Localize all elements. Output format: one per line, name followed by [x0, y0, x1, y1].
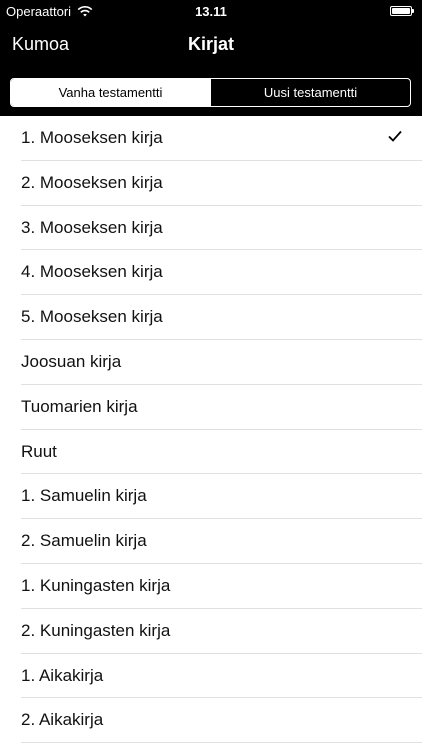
book-list-item[interactable]: 4. Mooseksen kirja: [0, 250, 422, 295]
book-label: 1. Samuelin kirja: [21, 486, 147, 506]
book-list-item[interactable]: Tuomarien kirja: [0, 385, 422, 430]
checkmark-icon: [388, 130, 402, 142]
book-list-item[interactable]: 5. Mooseksen kirja: [0, 295, 422, 340]
book-label: 2. Mooseksen kirja: [21, 172, 163, 192]
book-list: 1. Mooseksen kirja 2. Mooseksen kirja 3. M…: [0, 116, 422, 750]
segment-old-testament[interactable]: Vanha testamentti: [11, 79, 210, 106]
book-list-item[interactable]: 2. Kuningasten kirja: [0, 609, 422, 654]
segment-new-testament[interactable]: Uusi testamentti: [210, 79, 410, 106]
navigation-bar: Kumoa Kirjat: [0, 24, 422, 68]
testament-segment-bar: Vanha testamentti Uusi testamentti: [0, 68, 422, 116]
book-list-item[interactable]: 2. Samuelin kirja: [0, 519, 422, 564]
status-time: 13.11: [195, 4, 227, 19]
book-list-item[interactable]: 2. Mooseksen kirja: [0, 161, 422, 206]
book-label: 3. Mooseksen kirja: [21, 217, 163, 237]
book-label: 2. Aikakirja: [21, 710, 104, 730]
book-label: 1. Kuningasten kirja: [21, 575, 171, 595]
book-label: 1. Mooseksen kirja: [21, 128, 163, 147]
book-list-item[interactable]: 2. Aikakirja: [0, 698, 422, 743]
book-label: 2. Kuningasten kirja: [21, 620, 171, 640]
book-label: Joosuan kirja: [21, 351, 122, 371]
book-list-item[interactable]: 3. Mooseksen kirja: [0, 206, 422, 251]
book-label: 5. Mooseksen kirja: [21, 307, 163, 327]
book-list-item[interactable]: 1. Kuningasten kirja: [0, 564, 422, 609]
page-title: Kirjat: [187, 34, 234, 54]
book-label: 2. Samuelin kirja: [21, 531, 147, 551]
book-list-item[interactable]: 1. Samuelin kirja: [0, 474, 422, 519]
book-list-item[interactable]: 1. Aikakirja: [0, 654, 422, 699]
book-label: 4. Mooseksen kirja: [21, 262, 163, 282]
book-label: Tuomarien kirja: [21, 396, 138, 416]
book-list-item[interactable]: Ruut: [0, 430, 422, 475]
book-list-item[interactable]: Joosuan kirja: [0, 340, 422, 385]
status-bar: Operaattori 13.11: [0, 0, 422, 24]
testament-segmented-control: Vanha testamentti Uusi testamentti: [10, 78, 411, 107]
book-label: Ruut: [21, 441, 57, 461]
book-label: 1. Aikakirja: [21, 665, 104, 685]
battery-icon: [390, 6, 414, 16]
book-list-item[interactable]: 1. Mooseksen kirja: [0, 116, 422, 161]
